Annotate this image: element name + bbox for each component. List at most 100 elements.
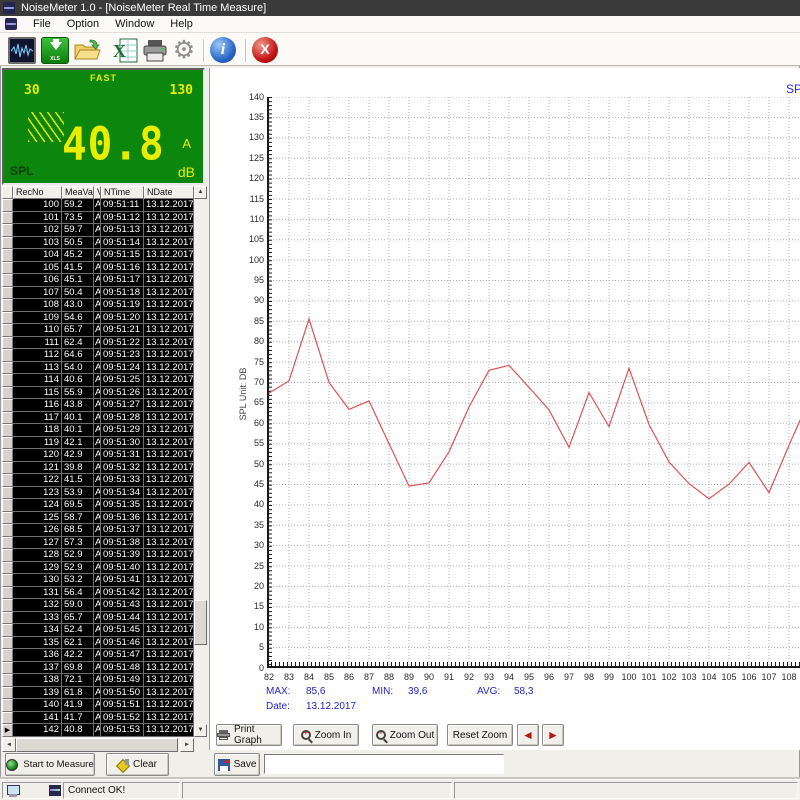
table-row[interactable]: 10750.4A09:51:1813.12.2017 bbox=[2, 287, 194, 300]
row-selector[interactable] bbox=[2, 537, 13, 550]
table-row[interactable]: 10954.6A09:51:2013.12.2017 bbox=[2, 312, 194, 325]
row-selector[interactable] bbox=[2, 624, 13, 637]
table-row[interactable]: 11440.6A09:51:2513.12.2017 bbox=[2, 374, 194, 387]
menu-option[interactable]: Option bbox=[59, 17, 107, 31]
printer-icon[interactable] bbox=[141, 37, 169, 64]
row-selector[interactable] bbox=[2, 249, 13, 262]
waveform-display-icon[interactable] bbox=[8, 37, 36, 64]
table-vertical-scrollbar[interactable]: ▲ ▼ bbox=[194, 186, 207, 737]
row-selector[interactable] bbox=[2, 637, 13, 650]
table-row[interactable]: 13961.8A09:51:5013.12.2017 bbox=[2, 687, 194, 700]
print-graph-button[interactable]: Print Graph bbox=[216, 724, 282, 746]
pan-left-button[interactable]: ◄ bbox=[517, 724, 539, 746]
row-selector[interactable] bbox=[2, 412, 13, 425]
table-row[interactable]: 10059.2A09:51:1113.12.2017 bbox=[2, 199, 194, 212]
col-header-ntime[interactable]: NTime bbox=[101, 186, 144, 199]
table-row[interactable]: 10259.7A09:51:1313.12.2017 bbox=[2, 224, 194, 237]
row-selector[interactable] bbox=[2, 574, 13, 587]
table-horizontal-scrollbar[interactable]: ◄ ► bbox=[2, 738, 194, 752]
row-selector[interactable] bbox=[2, 562, 13, 575]
row-selector[interactable] bbox=[2, 224, 13, 237]
col-header-meaval[interactable]: MeaVal bbox=[62, 186, 94, 199]
table-row[interactable]: 12469.5A09:51:3513.12.2017 bbox=[2, 499, 194, 512]
row-selector[interactable] bbox=[2, 299, 13, 312]
info-icon[interactable]: i bbox=[210, 37, 236, 63]
start-to-measure-button[interactable]: Start to Measure bbox=[5, 753, 95, 776]
table-row[interactable]: 12952.9A09:51:4013.12.2017 bbox=[2, 562, 194, 575]
table-row[interactable]: 13053.2A09:51:4113.12.2017 bbox=[2, 574, 194, 587]
row-selector[interactable] bbox=[2, 524, 13, 537]
col-header-v[interactable]: V bbox=[94, 186, 101, 199]
menu-help[interactable]: Help bbox=[162, 17, 201, 31]
table-row[interactable]: 13769.8A09:51:4813.12.2017 bbox=[2, 662, 194, 675]
table-row[interactable]: 11065.7A09:51:2113.12.2017 bbox=[2, 324, 194, 337]
row-selector[interactable] bbox=[2, 649, 13, 662]
menu-window[interactable]: Window bbox=[107, 17, 162, 31]
table-row[interactable]: 11942.1A09:51:3013.12.2017 bbox=[2, 437, 194, 450]
row-selector[interactable] bbox=[2, 237, 13, 250]
col-header-ndate[interactable]: NDate bbox=[144, 186, 194, 199]
clear-button[interactable]: Clear bbox=[106, 753, 169, 776]
table-row[interactable]: 13259.0A09:51:4313.12.2017 bbox=[2, 599, 194, 612]
row-selector[interactable] bbox=[2, 699, 13, 712]
row-selector[interactable] bbox=[2, 312, 13, 325]
record-to-xls-icon[interactable]: XLS bbox=[41, 37, 69, 64]
row-selector[interactable] bbox=[2, 549, 13, 562]
row-selector[interactable] bbox=[2, 612, 13, 625]
table-row[interactable]: 11555.9A09:51:2613.12.2017 bbox=[2, 387, 194, 400]
excel-export-icon[interactable]: X bbox=[111, 37, 139, 64]
table-row[interactable]: 12139.8A09:51:3213.12.2017 bbox=[2, 462, 194, 475]
scroll-left-icon[interactable]: ◄ bbox=[2, 738, 16, 752]
reset-zoom-button[interactable]: Reset Zoom bbox=[447, 724, 513, 746]
row-selector[interactable] bbox=[2, 512, 13, 525]
close-icon[interactable]: X bbox=[252, 37, 278, 63]
row-selector[interactable] bbox=[2, 449, 13, 462]
row-selector[interactable] bbox=[2, 462, 13, 475]
row-selector[interactable] bbox=[2, 199, 13, 212]
col-header-recno[interactable]: RecNo bbox=[13, 186, 62, 199]
save-button[interactable]: Save bbox=[214, 753, 260, 776]
scroll-up-icon[interactable]: ▲ bbox=[194, 186, 207, 199]
row-selector[interactable] bbox=[2, 587, 13, 600]
table-row[interactable]: 13452.4A09:51:4513.12.2017 bbox=[2, 624, 194, 637]
pan-right-button[interactable]: ► bbox=[542, 724, 564, 746]
table-row[interactable]: 10843.0A09:51:1913.12.2017 bbox=[2, 299, 194, 312]
row-selector[interactable] bbox=[2, 474, 13, 487]
table-row[interactable]: 13156.4A09:51:4213.12.2017 bbox=[2, 587, 194, 600]
table-row[interactable]: 11162.4A09:51:2213.12.2017 bbox=[2, 337, 194, 350]
row-selector[interactable] bbox=[2, 274, 13, 287]
table-row[interactable]: 10541.5A09:51:1613.12.2017 bbox=[2, 262, 194, 275]
row-selector[interactable] bbox=[2, 349, 13, 362]
open-folder-icon[interactable] bbox=[73, 37, 101, 64]
table-row[interactable]: 12558.7A09:51:3613.12.2017 bbox=[2, 512, 194, 525]
row-selector[interactable] bbox=[2, 324, 13, 337]
table-row[interactable]: 10173.5A09:51:1213.12.2017 bbox=[2, 212, 194, 225]
row-selector[interactable] bbox=[2, 262, 13, 275]
scroll-down-icon[interactable]: ▼ bbox=[194, 724, 207, 737]
row-selector[interactable] bbox=[2, 662, 13, 675]
row-selector[interactable] bbox=[2, 374, 13, 387]
table-row[interactable]: 11643.8A09:51:2713.12.2017 bbox=[2, 399, 194, 412]
table-row[interactable]: 13872.1A09:51:4913.12.2017 bbox=[2, 674, 194, 687]
row-selector[interactable] bbox=[2, 337, 13, 350]
table-row[interactable]: 14141.7A09:51:5213.12.2017 bbox=[2, 712, 194, 725]
table-row[interactable]: 12668.5A09:51:3713.12.2017 bbox=[2, 524, 194, 537]
table-row[interactable]: 12353.9A09:51:3413.12.2017 bbox=[2, 487, 194, 500]
filename-input[interactable] bbox=[264, 754, 504, 774]
row-selector[interactable] bbox=[2, 599, 13, 612]
table-row[interactable]: 11740.1A09:51:2813.12.2017 bbox=[2, 412, 194, 425]
current-row-marker[interactable]: ▶ bbox=[2, 724, 13, 737]
row-selector[interactable] bbox=[2, 387, 13, 400]
table-row[interactable]: 14041.9A09:51:5113.12.2017 bbox=[2, 699, 194, 712]
scroll-right-icon[interactable]: ► bbox=[180, 738, 194, 752]
row-selector[interactable] bbox=[2, 499, 13, 512]
settings-gear-icon[interactable]: ⚙ bbox=[170, 37, 198, 64]
table-row[interactable]: 10645.1A09:51:1713.12.2017 bbox=[2, 274, 194, 287]
row-selector[interactable] bbox=[2, 687, 13, 700]
table-row[interactable]: 10350.5A09:51:1413.12.2017 bbox=[2, 237, 194, 250]
row-selector[interactable] bbox=[2, 437, 13, 450]
row-selector[interactable] bbox=[2, 287, 13, 300]
table-row[interactable]: 12042.9A09:51:3113.12.2017 bbox=[2, 449, 194, 462]
menu-file[interactable]: File bbox=[25, 17, 59, 31]
table-row[interactable]: 12757.3A09:51:3813.12.2017 bbox=[2, 537, 194, 550]
